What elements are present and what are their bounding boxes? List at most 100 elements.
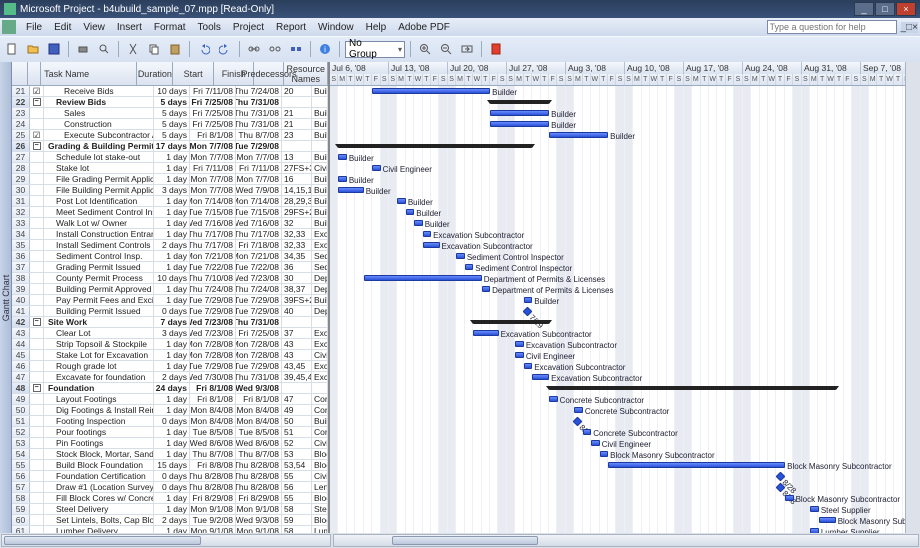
task-name-cell[interactable]: Building Permit Issued: [44, 306, 154, 316]
task-row[interactable]: 27Schedule lot stake-out1 dayMon 7/7/08M…: [12, 152, 328, 163]
duration-cell[interactable]: 5 days: [154, 130, 190, 140]
gantt-row[interactable]: Builder: [330, 295, 920, 306]
gantt-bar-milestone[interactable]: 8/28: [775, 483, 785, 493]
task-name-cell[interactable]: Draw #1 (Location Survey): [44, 482, 154, 492]
gantt-row[interactable]: Concrete Subcontractor: [330, 405, 920, 416]
task-name-cell[interactable]: Strip Topsoil & Stockpile: [44, 339, 154, 349]
pred-cell[interactable]: 32,33: [282, 229, 312, 239]
task-name-cell[interactable]: Install Sediment Controls: [44, 240, 154, 250]
gantt-row[interactable]: Excavation Subcontractor: [330, 339, 920, 350]
pred-cell[interactable]: 39,45,43,46: [282, 372, 312, 382]
start-cell[interactable]: Mon 9/1/08: [190, 504, 236, 514]
gantt-row[interactable]: Block Masonry Subcontractor: [330, 449, 920, 460]
pred-cell[interactable]: 32,33: [282, 240, 312, 250]
pred-cell[interactable]: 43,45: [282, 361, 312, 371]
finish-cell[interactable]: Fri 8/1/08: [236, 394, 282, 404]
start-cell[interactable]: Fri 7/11/08: [190, 163, 236, 173]
row-id[interactable]: 46: [12, 361, 30, 371]
res-cell[interactable]: Excavation Subcontractor: [312, 240, 328, 250]
gantt-row[interactable]: Sediment Control Inspector: [330, 262, 920, 273]
row-id[interactable]: 36: [12, 251, 30, 261]
start-cell[interactable]: Thu 7/17/08: [190, 240, 236, 250]
finish-cell[interactable]: Tue 7/29/08: [236, 306, 282, 316]
res-cell[interactable]: Excavation Subcontractor: [312, 361, 328, 371]
res-cell[interactable]: Builder: [312, 152, 328, 162]
pred-cell[interactable]: [282, 141, 312, 151]
finish-cell[interactable]: Thu 8/7/08: [236, 449, 282, 459]
gantt-bar-task[interactable]: Builder: [338, 154, 346, 160]
duration-cell[interactable]: 1 day: [154, 284, 190, 294]
res-cell[interactable]: Department of Permits & Licenses: [312, 273, 328, 283]
gantt-bar-task[interactable]: Concrete Subcontractor: [549, 396, 557, 402]
row-id[interactable]: 45: [12, 350, 30, 360]
task-row[interactable]: 55Build Block Foundation15 daysFri 8/8/0…: [12, 460, 328, 471]
gantt-bar-task[interactable]: Excavation Subcontractor: [423, 231, 431, 237]
task-row[interactable]: 33Walk Lot w/ Owner1 dayWed 7/16/08Wed 7…: [12, 218, 328, 229]
finish-cell[interactable]: Mon 7/28/08: [236, 350, 282, 360]
res-cell[interactable]: Builder: [312, 218, 328, 228]
task-row[interactable]: 35Install Sediment Controls2 daysThu 7/1…: [12, 240, 328, 251]
task-name-cell[interactable]: Sales: [44, 108, 154, 118]
task-row[interactable]: 53Pin Footings1 dayWed 8/6/08Wed 8/6/085…: [12, 438, 328, 449]
task-name-cell[interactable]: Walk Lot w/ Owner: [44, 218, 154, 228]
task-name-cell[interactable]: Construction: [44, 119, 154, 129]
duration-cell[interactable]: 1 day: [154, 361, 190, 371]
gantt-bar-task[interactable]: Builder: [397, 198, 405, 204]
res-cell[interactable]: Sediment Control Inspector: [312, 251, 328, 261]
copy-button[interactable]: [145, 40, 163, 58]
pred-cell[interactable]: [282, 383, 312, 393]
task-name-cell[interactable]: Grading Permit Issued: [44, 262, 154, 272]
row-id[interactable]: 47: [12, 372, 30, 382]
start-cell[interactable]: Thu 8/7/08: [190, 449, 236, 459]
row-id[interactable]: 31: [12, 196, 30, 206]
task-row[interactable]: 58Fill Block Cores w/ Concrete1 dayFri 8…: [12, 493, 328, 504]
start-cell[interactable]: Mon 7/14/08: [190, 196, 236, 206]
gantt-bar-milestone[interactable]: 8/28: [775, 472, 785, 482]
res-cell[interactable]: Excavation Subcontractor: [312, 339, 328, 349]
pred-cell[interactable]: 13: [282, 152, 312, 162]
gantt-row[interactable]: Steel Supplier: [330, 504, 920, 515]
start-cell[interactable]: Fri 8/29/08: [190, 493, 236, 503]
gantt-bar-task[interactable]: Department of Permits & Licenses: [364, 275, 482, 281]
res-cell[interactable]: Builder: [312, 174, 328, 184]
duration-cell[interactable]: 1 day: [154, 449, 190, 459]
task-name-cell[interactable]: File Building Permit Application: [44, 185, 154, 195]
menu-help[interactable]: Help: [360, 20, 393, 35]
gantt-body[interactable]: BuilderBuilderBuilderBuilderBuilderCivil…: [330, 86, 920, 533]
finish-cell[interactable]: Wed 7/9/08: [236, 185, 282, 195]
finish-cell[interactable]: Thu 8/7/08: [236, 130, 282, 140]
row-id[interactable]: 55: [12, 460, 30, 470]
gantt-row[interactable]: Builder: [330, 218, 920, 229]
col-duration[interactable]: Duration: [137, 62, 173, 85]
finish-cell[interactable]: Thu 7/24/08: [236, 86, 282, 96]
task-row[interactable]: 61Lumber Delivery1 dayMon 9/1/08Mon 9/1/…: [12, 526, 328, 533]
task-name-cell[interactable]: Build Block Foundation: [44, 460, 154, 470]
start-cell[interactable]: Mon 7/21/08: [190, 251, 236, 261]
start-cell[interactable]: Wed 7/30/08: [190, 372, 236, 382]
task-row[interactable]: 59Steel Delivery1 dayMon 9/1/08Mon 9/1/0…: [12, 504, 328, 515]
gantt-row[interactable]: Block Masonry Subcontractor: [330, 493, 920, 504]
task-row[interactable]: 49Layout Footings1 dayFri 8/1/08Fri 8/1/…: [12, 394, 328, 405]
res-cell[interactable]: Concrete Subcontractor: [312, 405, 328, 415]
task-name-cell[interactable]: Site Work: [44, 317, 154, 327]
finish-cell[interactable]: Mon 7/14/08: [236, 196, 282, 206]
pred-cell[interactable]: 52: [282, 438, 312, 448]
res-cell[interactable]: Block Masonry Subcontractor: [312, 460, 328, 470]
duration-cell[interactable]: 1 day: [154, 493, 190, 503]
finish-cell[interactable]: Tue 7/29/08: [236, 295, 282, 305]
gantt-row[interactable]: Builder: [330, 152, 920, 163]
gantt-bar-summary[interactable]: [549, 386, 836, 390]
pred-cell[interactable]: 51: [282, 427, 312, 437]
gantt-bar-task[interactable]: Sediment Control Inspector: [456, 253, 464, 259]
finish-cell[interactable]: Wed 7/16/08: [236, 218, 282, 228]
finish-cell[interactable]: Thu 7/31/08: [236, 317, 282, 327]
res-cell[interactable]: Builder: [312, 207, 328, 217]
gantt-row[interactable]: Concrete Subcontractor: [330, 394, 920, 405]
duration-cell[interactable]: 0 days: [154, 416, 190, 426]
row-id[interactable]: 37: [12, 262, 30, 272]
close-button[interactable]: ×: [896, 2, 916, 16]
duration-cell[interactable]: 1 day: [154, 174, 190, 184]
gantt-row[interactable]: [330, 97, 920, 108]
pred-cell[interactable]: 58: [282, 504, 312, 514]
start-cell[interactable]: Tue 8/5/08: [190, 427, 236, 437]
